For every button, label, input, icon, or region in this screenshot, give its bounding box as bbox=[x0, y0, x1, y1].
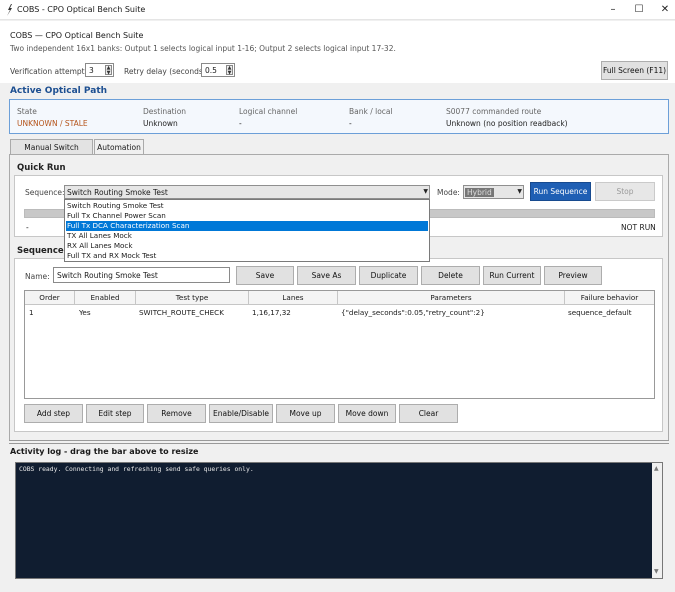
activity-log[interactable]: COBS ready. Connecting and refreshing se… bbox=[15, 462, 663, 579]
run-status-left: - bbox=[26, 223, 29, 232]
sequence-name-field[interactable]: Switch Routing Smoke Test bbox=[53, 267, 230, 283]
route-value: Unknown (no position readback) bbox=[446, 119, 568, 128]
sequence-name-value: Switch Routing Smoke Test bbox=[57, 271, 158, 280]
run-status-text: NOT RUN bbox=[621, 223, 656, 232]
steps-table: Order Enabled Test type Lanes Parameters… bbox=[24, 290, 655, 399]
move-up-button[interactable]: Move up bbox=[276, 404, 335, 423]
bank-local-header: Bank / local bbox=[349, 107, 393, 116]
mode-combobox[interactable]: Hybrid ▼ bbox=[463, 185, 524, 199]
table-row[interactable]: 1 Yes SWITCH_ROUTE_CHECK 1,16,17,32 {"de… bbox=[25, 305, 654, 319]
window-title: COBS - CPO Optical Bench Suite bbox=[17, 5, 146, 14]
log-text: COBS ready. Connecting and refreshing se… bbox=[19, 465, 254, 473]
duplicate-button[interactable]: Duplicate bbox=[359, 266, 418, 285]
cell-failure-behavior: sequence_default bbox=[568, 308, 632, 317]
verification-spinbox[interactable]: 3 ▲ ▼ bbox=[85, 63, 114, 77]
dropdown-option-highlighted[interactable]: Full Tx DCA Characterization Scan bbox=[66, 221, 428, 231]
dropdown-option[interactable]: Full TX and RX Mock Test bbox=[66, 251, 428, 261]
column-header-enabled[interactable]: Enabled bbox=[75, 291, 136, 305]
remove-button[interactable]: Remove bbox=[147, 404, 206, 423]
column-header-order[interactable]: Order bbox=[25, 291, 75, 305]
sequence-dropdown-list: Switch Routing Smoke Test Full Tx Channe… bbox=[64, 199, 430, 262]
scroll-down-icon[interactable]: ▼ bbox=[654, 568, 659, 575]
route-header: S0077 commanded route bbox=[446, 107, 542, 116]
app-icon bbox=[7, 4, 12, 16]
sequence-label: Sequence: bbox=[25, 188, 65, 197]
column-header-parameters[interactable]: Parameters bbox=[338, 291, 565, 305]
column-header-failure-behavior[interactable]: Failure behavior bbox=[565, 291, 654, 305]
mode-label: Mode: bbox=[437, 188, 460, 197]
dropdown-option[interactable]: Full Tx Channel Power Scan bbox=[66, 211, 428, 221]
destination-value: Unknown bbox=[143, 119, 178, 128]
run-current-button[interactable]: Run Current bbox=[483, 266, 541, 285]
fullscreen-button[interactable]: Full Screen (F11) bbox=[601, 61, 668, 80]
dropdown-option[interactable]: RX All Lanes Mock bbox=[66, 241, 428, 251]
sequence-combobox[interactable]: Switch Routing Smoke Test ▼ bbox=[64, 185, 430, 199]
run-sequence-button[interactable]: Run Sequence bbox=[530, 182, 591, 201]
column-header-test-type[interactable]: Test type bbox=[136, 291, 249, 305]
cell-test-type: SWITCH_ROUTE_CHECK bbox=[139, 308, 224, 317]
retry-label: Retry delay (seconds): bbox=[124, 67, 209, 76]
quick-run-title: Quick Run bbox=[17, 163, 66, 173]
preview-button[interactable]: Preview bbox=[544, 266, 602, 285]
retry-value: 0.5 bbox=[205, 66, 217, 75]
logical-channel-header: Logical channel bbox=[239, 107, 298, 116]
name-label: Name: bbox=[25, 272, 50, 281]
add-step-button[interactable]: Add step bbox=[24, 404, 83, 423]
state-header: State bbox=[17, 107, 37, 116]
state-value: UNKNOWN / STALE bbox=[17, 119, 88, 128]
edit-step-button[interactable]: Edit step bbox=[86, 404, 144, 423]
resize-splitter[interactable] bbox=[9, 440, 669, 444]
tab-strip: Manual Switch Control Automation bbox=[9, 139, 669, 167]
cell-lanes: 1,16,17,32 bbox=[252, 308, 291, 317]
active-path-panel: State UNKNOWN / STALE Destination Unknow… bbox=[9, 99, 669, 134]
verification-label: Verification attempts: bbox=[10, 67, 92, 76]
log-scrollbar[interactable]: ▲ ▼ bbox=[652, 463, 662, 578]
destination-header: Destination bbox=[143, 107, 187, 116]
enable-disable-button[interactable]: Enable/Disable bbox=[209, 404, 273, 423]
stop-button[interactable]: Stop bbox=[595, 182, 655, 201]
retry-spinbox[interactable]: 0.5 ▲ ▼ bbox=[201, 63, 235, 77]
cell-enabled: Yes bbox=[79, 308, 91, 317]
dropdown-arrow-icon[interactable]: ▼ bbox=[517, 188, 522, 195]
save-button[interactable]: Save bbox=[236, 266, 294, 285]
mode-selected-value: Hybrid bbox=[465, 188, 494, 197]
delete-button[interactable]: Delete bbox=[421, 266, 480, 285]
cell-parameters: {"delay_seconds":0.05,"retry_count":2} bbox=[341, 308, 485, 317]
logical-channel-value: - bbox=[239, 119, 242, 128]
spin-arrows-icon[interactable]: ▲ ▼ bbox=[105, 65, 112, 75]
verification-value: 3 bbox=[89, 66, 94, 75]
app-title: COBS — CPO Optical Bench Suite bbox=[10, 31, 144, 40]
save-as-button[interactable]: Save As bbox=[297, 266, 356, 285]
tab-automation[interactable]: Automation bbox=[94, 139, 144, 155]
cell-order: 1 bbox=[29, 308, 34, 317]
minimize-button[interactable]: – bbox=[602, 3, 624, 17]
maximize-button[interactable]: ☐ bbox=[628, 3, 650, 17]
dropdown-arrow-icon[interactable]: ▼ bbox=[423, 188, 428, 195]
move-down-button[interactable]: Move down bbox=[338, 404, 396, 423]
close-button[interactable]: ✕ bbox=[654, 3, 675, 17]
bank-local-value: - bbox=[349, 119, 352, 128]
column-header-lanes[interactable]: Lanes bbox=[249, 291, 338, 305]
spin-arrows-icon[interactable]: ▲ ▼ bbox=[226, 65, 233, 75]
title-bar: COBS - CPO Optical Bench Suite – ☐ ✕ bbox=[0, 0, 675, 20]
sequence-selected-value: Switch Routing Smoke Test bbox=[67, 188, 168, 197]
app-subtitle: Two independent 16x1 banks: Output 1 sel… bbox=[10, 44, 396, 53]
activity-log-title: Activity log - drag the bar above to res… bbox=[10, 447, 199, 456]
clear-button[interactable]: Clear bbox=[399, 404, 458, 423]
tab-manual-switch-control[interactable]: Manual Switch Control bbox=[10, 139, 93, 167]
active-path-title: Active Optical Path bbox=[10, 86, 108, 96]
dropdown-option[interactable]: Switch Routing Smoke Test bbox=[66, 201, 428, 211]
dropdown-option[interactable]: TX All Lanes Mock bbox=[66, 231, 428, 241]
scroll-up-icon[interactable]: ▲ bbox=[654, 465, 659, 472]
